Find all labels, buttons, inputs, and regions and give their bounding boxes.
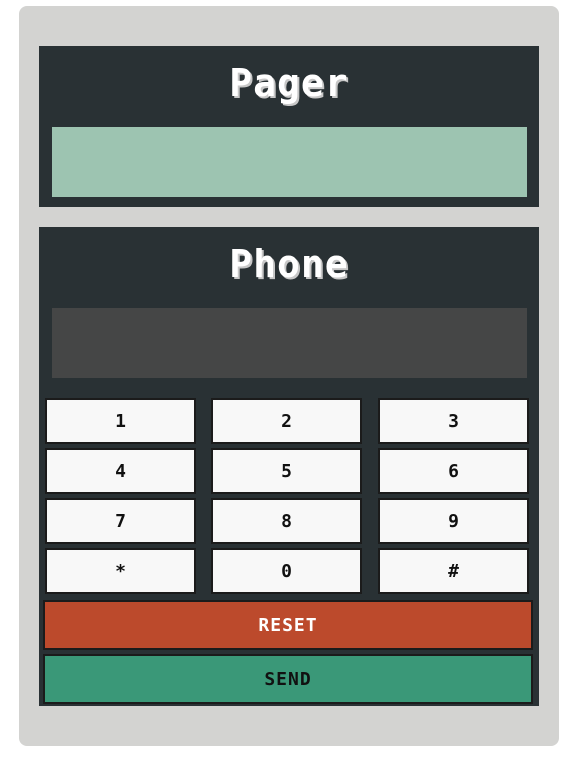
key-2[interactable]: 2 <box>211 398 362 444</box>
key-1[interactable]: 1 <box>45 398 196 444</box>
device-frame: Pager Phone 1 2 3 4 5 6 7 8 9 * 0 # RESE… <box>19 6 559 746</box>
key-9[interactable]: 9 <box>378 498 529 544</box>
send-button[interactable]: SEND <box>43 654 533 704</box>
phone-title: Phone <box>229 242 349 286</box>
key-5[interactable]: 5 <box>211 448 362 494</box>
reset-button[interactable]: RESET <box>43 600 533 650</box>
key-8[interactable]: 8 <box>211 498 362 544</box>
pager-panel: Pager <box>39 46 539 207</box>
key-star[interactable]: * <box>45 548 196 594</box>
pager-display <box>52 127 527 197</box>
key-7[interactable]: 7 <box>45 498 196 544</box>
key-3[interactable]: 3 <box>378 398 529 444</box>
phone-panel: Phone 1 2 3 4 5 6 7 8 9 * 0 # RESET SEND <box>39 227 539 706</box>
key-hash[interactable]: # <box>378 548 529 594</box>
key-0[interactable]: 0 <box>211 548 362 594</box>
key-6[interactable]: 6 <box>378 448 529 494</box>
pager-title: Pager <box>229 61 349 105</box>
key-4[interactable]: 4 <box>45 448 196 494</box>
phone-display <box>52 308 527 378</box>
